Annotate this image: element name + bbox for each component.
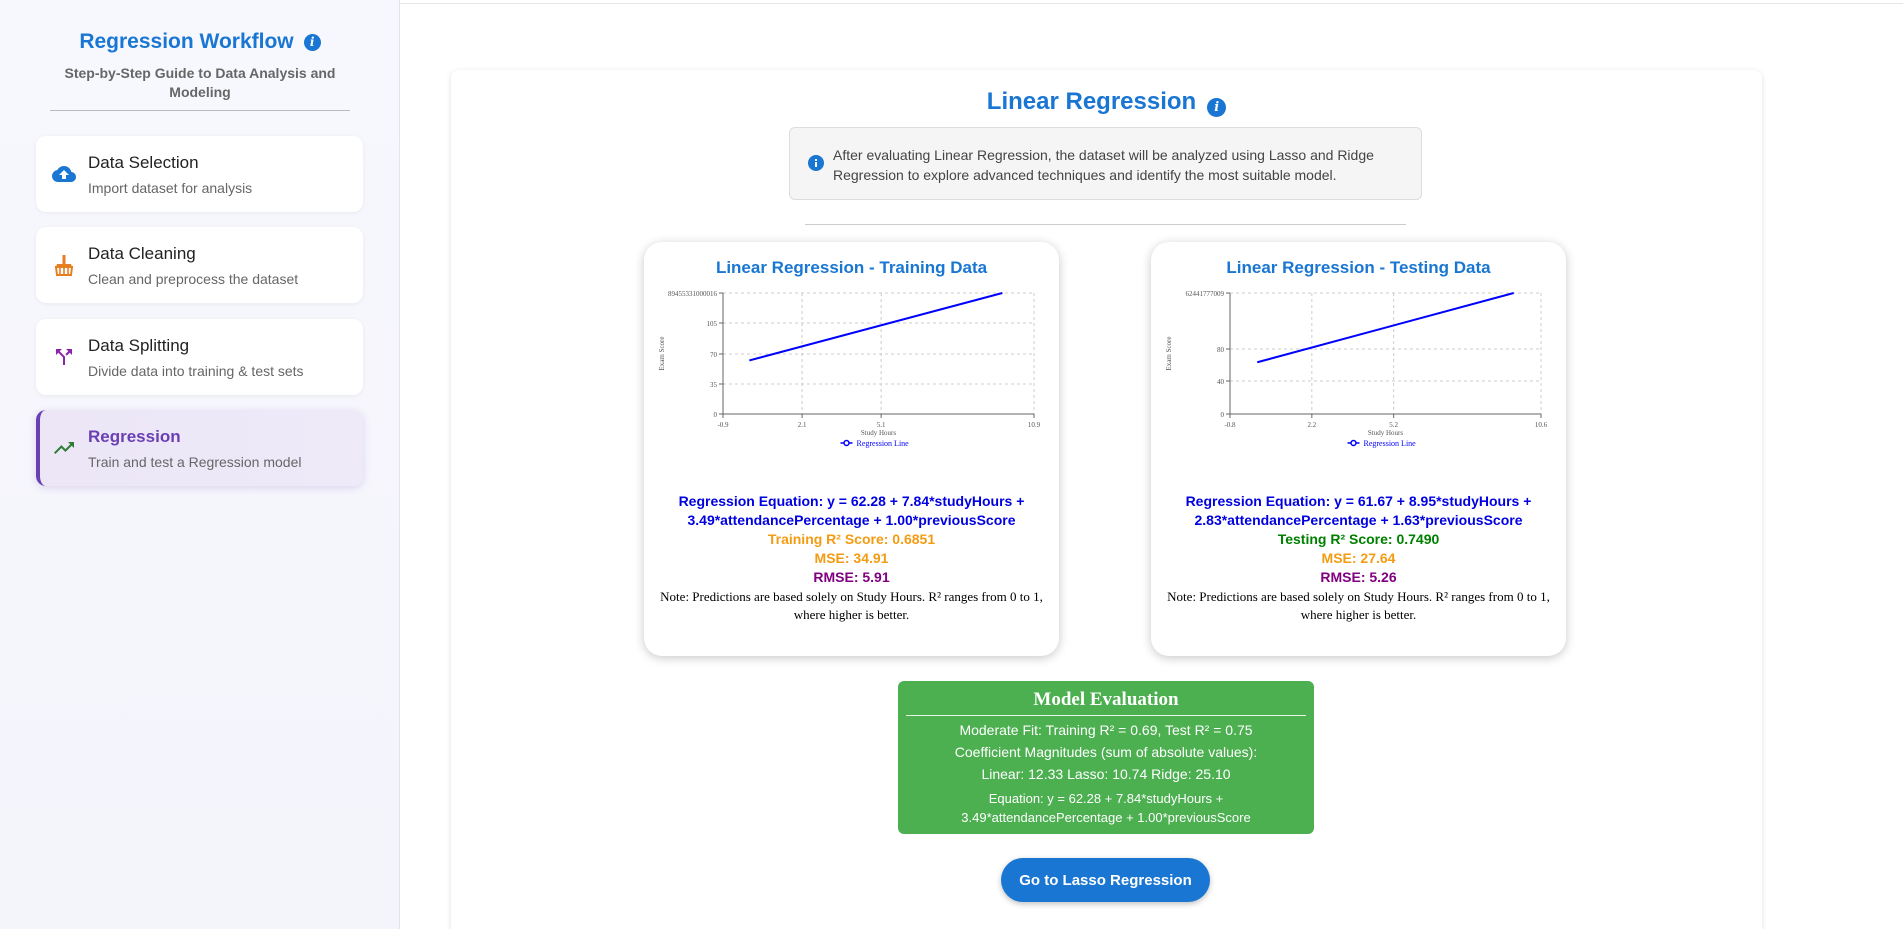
regression-line bbox=[1257, 292, 1514, 364]
sidebar-subtitle: Step-by-Step Guide to Data Analysis and … bbox=[64, 65, 336, 100]
info-icon bbox=[808, 155, 824, 176]
go-to-lasso-button[interactable]: Go to Lasso Regression bbox=[1001, 858, 1210, 902]
step-data-selection[interactable]: Data Selection Import dataset for analys… bbox=[36, 136, 363, 212]
x-axis-label: Study Hours bbox=[861, 429, 896, 437]
r2-score: Training R² Score: 0.6851 bbox=[767, 531, 936, 547]
step-desc: Divide data into training & test sets bbox=[88, 363, 304, 379]
x-tick-label: 5.2 bbox=[1389, 421, 1398, 429]
info-icon[interactable]: i bbox=[1207, 98, 1227, 117]
coefficient-values: Linear: 12.33 Lasso: 10.74 Ridge: 25.10 bbox=[981, 766, 1231, 782]
mse-value: MSE: 27.64 bbox=[1321, 550, 1396, 566]
x-tick-label: -0.8 bbox=[1224, 421, 1236, 429]
mse-value: MSE: 34.91 bbox=[814, 550, 889, 566]
page-title-wrap: Linear Regression i bbox=[451, 88, 1762, 117]
step-desc: Train and test a Regression model bbox=[88, 454, 302, 470]
fit-summary: Moderate Fit: Training R² = 0.69, Test R… bbox=[959, 722, 1253, 738]
x-tick-label: -0.9 bbox=[717, 421, 729, 429]
sidebar-title-wrap: Regression Workflow i bbox=[0, 30, 400, 54]
page-title: Linear Regression bbox=[986, 88, 1197, 115]
cloud-upload-icon bbox=[52, 162, 76, 186]
step-title: Regression bbox=[88, 427, 181, 446]
x-tick-label: 10.9 bbox=[1028, 421, 1041, 429]
y-axis-label: Exam Score bbox=[1165, 336, 1173, 370]
step-desc: Clean and preprocess the dataset bbox=[88, 271, 299, 287]
info-note-text: After evaluating Linear Regression, the … bbox=[833, 147, 1374, 183]
evaluation-equation: Equation: y = 62.28 + 7.84*studyHours + … bbox=[961, 791, 1251, 825]
y-tick-label: 105 bbox=[707, 320, 718, 328]
x-axis-label: Study Hours bbox=[1368, 429, 1403, 437]
divider bbox=[805, 224, 1406, 225]
step-desc: Import dataset for analysis bbox=[88, 180, 253, 196]
divider bbox=[50, 110, 350, 111]
chart-title: Linear Regression - Training Data bbox=[715, 258, 988, 277]
training-chart-card: Linear Regression - Training Data -0.9 2.… bbox=[644, 242, 1059, 656]
regression-equation: Regression Equation: y = 62.28 + 7.84*st… bbox=[678, 493, 1025, 528]
legend-label: Regression Line bbox=[857, 439, 910, 448]
sidebar-title: Regression Workflow bbox=[79, 30, 294, 53]
step-data-splitting[interactable]: Data Splitting Divide data into training… bbox=[36, 319, 363, 395]
broom-icon bbox=[52, 253, 76, 277]
info-note: After evaluating Linear Regression, the … bbox=[789, 127, 1422, 200]
y-tick-label: 40 bbox=[1217, 378, 1225, 386]
y-tick-label: 70 bbox=[710, 351, 718, 359]
y-tick-label: 35 bbox=[710, 381, 718, 389]
x-tick-label: 5.1 bbox=[877, 421, 886, 429]
y-tick-label: 89455331000016 bbox=[668, 290, 718, 298]
regression-line bbox=[749, 292, 1003, 362]
divider bbox=[906, 715, 1306, 716]
step-title: Data Splitting bbox=[88, 336, 190, 355]
chart-note: Note: Predictions are based solely on St… bbox=[1167, 589, 1550, 622]
model-evaluation: Model Evaluation Moderate Fit: Training … bbox=[898, 681, 1314, 834]
y-tick-label: 0 bbox=[1221, 411, 1225, 419]
step-regression[interactable]: Regression Train and test a Regression m… bbox=[36, 410, 363, 486]
x-tick-label: 2.2 bbox=[1307, 421, 1316, 429]
training-chart: -0.9 2.1 5.1 10.9 0 35 70 105 89455331000016 Stud… bbox=[658, 290, 1041, 448]
r2-score: Testing R² Score: 0.7490 bbox=[1277, 531, 1440, 547]
regression-equation: Regression Equation: y = 61.67 + 8.95*st… bbox=[1185, 493, 1532, 528]
chart-note: Note: Predictions are based solely on St… bbox=[660, 589, 1043, 622]
legend-label: Regression Line bbox=[1364, 439, 1417, 448]
x-tick-label: 10.6 bbox=[1535, 421, 1548, 429]
evaluation-title: Model Evaluation bbox=[1033, 689, 1179, 710]
legend-marker bbox=[843, 439, 850, 447]
info-icon[interactable]: i bbox=[303, 34, 321, 51]
step-title: Data Cleaning bbox=[88, 244, 196, 263]
rmse-value: RMSE: 5.91 bbox=[813, 569, 890, 585]
rmse-value: RMSE: 5.26 bbox=[1320, 569, 1397, 585]
y-tick-label: 80 bbox=[1217, 346, 1225, 354]
step-title: Data Selection bbox=[88, 153, 199, 172]
y-axis-label: Exam Score bbox=[658, 336, 666, 370]
y-tick-label: 62441777009 bbox=[1186, 290, 1225, 298]
split-icon bbox=[52, 345, 76, 369]
step-data-cleaning[interactable]: Data Cleaning Clean and preprocess the d… bbox=[36, 227, 363, 303]
chart-title: Linear Regression - Testing Data bbox=[1226, 258, 1491, 277]
x-tick-label: 2.1 bbox=[798, 421, 807, 429]
testing-chart-card: Linear Regression - Testing Data -0.8 2.2… bbox=[1151, 242, 1566, 656]
sidebar: Regression Workflow i Step-by-Step Guide … bbox=[0, 0, 400, 929]
y-tick-label: 0 bbox=[714, 411, 718, 419]
legend-marker bbox=[1350, 439, 1357, 447]
testing-chart: -0.8 2.2 5.2 10.6 0 40 80 62441777009 Study Hour… bbox=[1165, 290, 1548, 448]
trending-up-icon bbox=[52, 436, 76, 460]
coefficient-label: Coefficient Magnitudes (sum of absolute … bbox=[954, 744, 1258, 760]
